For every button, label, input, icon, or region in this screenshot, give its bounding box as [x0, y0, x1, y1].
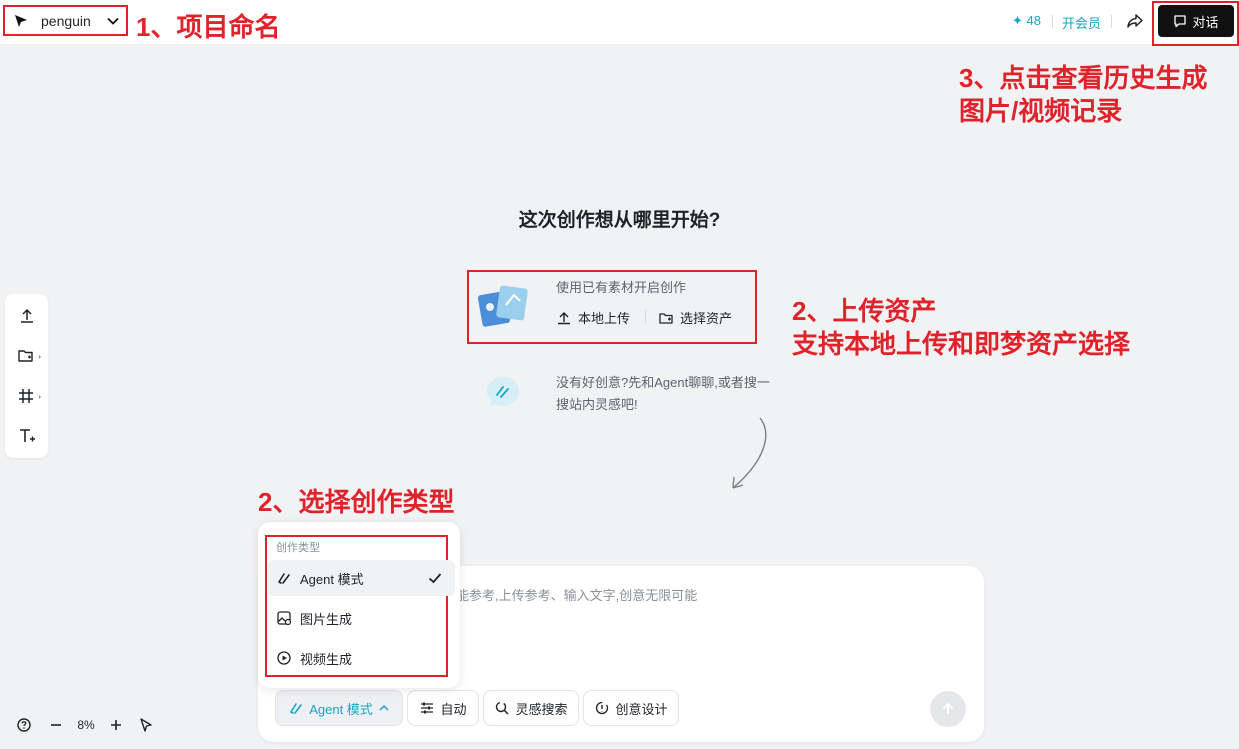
canvas-zoom-controls: 8%	[14, 714, 156, 736]
dropdown-header: 创作类型	[276, 542, 320, 554]
zoom-in-icon[interactable]	[106, 715, 126, 735]
help-icon[interactable]	[14, 715, 34, 735]
select-asset-label: 选择资产	[680, 311, 733, 326]
text-tool-icon[interactable]	[17, 426, 37, 446]
dropdown-item-label: 视频生成	[300, 651, 353, 667]
local-upload-label: 本地上传	[578, 311, 631, 326]
chat-history-button[interactable]: 对话	[1158, 5, 1234, 37]
image-generate-icon	[276, 610, 292, 626]
asset-thumbnail-icon	[478, 283, 530, 329]
dropdown-item-label: Agent 模式	[300, 571, 364, 587]
creative-design-label: 创意设计	[615, 701, 668, 717]
dropdown-item-label: 图片生成	[300, 611, 353, 627]
vip-link[interactable]: 开会员	[1062, 13, 1101, 32]
annotation-history: 3、点击查看历史生成 图片/视频记录	[959, 63, 1208, 126]
dropdown-item-agent[interactable]: Agent 模式	[268, 560, 455, 596]
local-upload-button[interactable]: 本地上传	[556, 308, 630, 327]
hint-arrow-icon	[732, 417, 767, 489]
zoom-out-icon[interactable]	[46, 715, 66, 735]
divider	[1052, 15, 1053, 28]
upload-icon	[556, 310, 572, 326]
upload-icon[interactable]	[17, 306, 37, 326]
arrow-up-icon	[940, 701, 956, 717]
folder-icon	[658, 310, 674, 326]
agent-chat-icon[interactable]	[484, 374, 522, 412]
project-name: penguin	[41, 12, 91, 29]
agent-mode-icon	[288, 700, 304, 716]
video-generate-icon	[276, 650, 292, 666]
prompt-placeholder[interactable]: 能参考,上传参考、输入文字,创意无限可能	[456, 585, 697, 604]
chat-bubble-icon	[1173, 14, 1187, 28]
chevron-down-icon[interactable]	[106, 14, 120, 28]
auto-settings-button[interactable]: 自动	[407, 690, 479, 726]
pointer-icon[interactable]	[136, 715, 156, 735]
inspiration-search-button[interactable]: 灵感搜索	[483, 690, 579, 726]
mode-selector-button[interactable]: Agent 模式	[275, 690, 403, 726]
mode-label: Agent 模式	[309, 701, 373, 717]
canvas-toolbar	[5, 294, 48, 458]
annotation-project-name: 1、项目命名	[136, 12, 281, 42]
frame-icon[interactable]	[17, 386, 43, 406]
sliders-icon	[419, 700, 435, 716]
dropdown-item-image[interactable]: 图片生成	[268, 600, 455, 636]
chat-button-label: 对话	[1192, 14, 1219, 30]
project-name-selector[interactable]: penguin	[3, 5, 128, 36]
page-title: 这次创作想从哪里开始?	[518, 210, 721, 231]
zoom-level: 8%	[77, 718, 95, 732]
annotation-upload-asset: 2、上传资产 支持本地上传和即梦资产选择	[792, 296, 1131, 359]
inspiration-search-label: 灵感搜索	[515, 701, 568, 717]
annotation-creation-type: 2、选择创作类型	[258, 487, 455, 517]
select-asset-button[interactable]: 选择资产	[658, 308, 732, 327]
chevron-up-icon	[378, 702, 390, 714]
send-button[interactable]	[930, 691, 966, 727]
share-icon[interactable]	[1125, 11, 1145, 31]
asset-folder-icon[interactable]	[17, 346, 43, 366]
creative-design-button[interactable]: 创意设计	[583, 690, 679, 726]
credits-count[interactable]: ✦ 48	[1012, 13, 1041, 29]
inspiration-search-icon	[494, 700, 510, 716]
idea-hint-text: 没有好创意?先和Agent聊聊,或者搜一搜站内灵感吧!	[556, 375, 770, 412]
divider	[1111, 15, 1112, 28]
check-icon	[427, 570, 443, 586]
agent-mode-icon	[276, 570, 292, 586]
auto-label: 自动	[440, 701, 467, 717]
creative-design-icon	[594, 700, 610, 716]
asset-card-title: 使用已有素材开启创作	[556, 280, 687, 295]
app-logo-icon	[13, 13, 29, 29]
dropdown-item-video[interactable]: 视频生成	[268, 640, 455, 676]
divider	[645, 310, 646, 324]
